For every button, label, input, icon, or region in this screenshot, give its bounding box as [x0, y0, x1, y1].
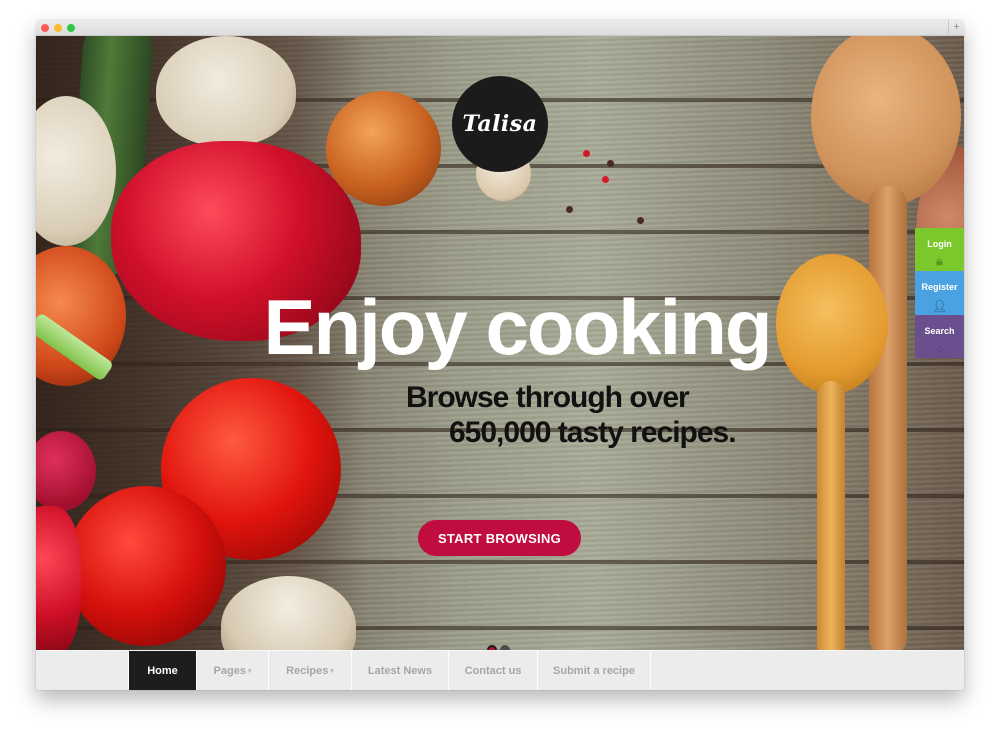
chevron-down-icon: ▾	[247, 668, 252, 675]
nav-label: Latest News	[367, 665, 433, 677]
search-label: Search	[924, 326, 955, 336]
register-label: Register	[921, 282, 958, 292]
hero-subheadline-line1: Browse through over	[406, 381, 690, 414]
wooden-spoon-handle	[869, 186, 907, 650]
onion-image	[326, 91, 441, 206]
login-label: Login	[927, 239, 952, 249]
title-bar: +	[36, 20, 964, 36]
logo-text: Talisa	[462, 111, 538, 137]
nav-spacer	[36, 651, 129, 690]
nav-item-submit-recipe[interactable]: Submit a recipe	[538, 651, 651, 690]
nav-item-contact-us[interactable]: Contact us	[449, 651, 538, 690]
peppercorn	[566, 206, 573, 213]
chevron-down-icon: ▾	[330, 668, 334, 675]
nav-label: Contact us	[464, 665, 522, 677]
hero-subheadline-line2: 650,000 tasty recipes.	[449, 416, 737, 449]
main-nav: Home Pages ▾ Recipes ▾ Latest News Contact…	[36, 650, 964, 690]
mushroom-image	[156, 36, 296, 146]
nav-label: Submit a recipe	[553, 665, 635, 677]
nav-item-latest-news[interactable]: Latest News	[352, 651, 449, 690]
peppercorn	[637, 217, 644, 224]
nav-label: Pages	[213, 665, 246, 677]
hero-slider: Talisa Enjoy cooking Browse through over…	[36, 36, 964, 650]
peppercorn	[607, 160, 614, 167]
lock-icon: 🔒︎	[936, 254, 943, 268]
search-icon: ○	[935, 342, 944, 356]
close-window-button[interactable]	[41, 24, 49, 32]
register-button[interactable]: Register 👤︎	[915, 271, 964, 315]
side-panel: Login 🔒︎ Register 👤︎ Search ○	[915, 228, 964, 358]
login-button[interactable]: Login 🔒︎	[915, 228, 964, 271]
tomato-image	[66, 486, 226, 646]
bell-pepper-image	[36, 506, 81, 650]
maximize-window-button[interactable]	[67, 24, 75, 32]
nav-label: Home	[147, 665, 178, 677]
minimize-window-button[interactable]	[54, 24, 62, 32]
browser-window: + Talisa Enjoy cooking Browse through ov…	[36, 20, 964, 690]
new-tab-button[interactable]: +	[948, 20, 964, 36]
peppercorn	[602, 176, 609, 183]
user-icon: 👤︎	[931, 299, 948, 313]
site-logo[interactable]: Talisa	[452, 76, 548, 172]
nav-item-pages[interactable]: Pages ▾	[197, 651, 269, 690]
search-button[interactable]: Search ○	[915, 315, 964, 358]
nav-item-home[interactable]: Home	[129, 651, 197, 690]
nav-label: Recipes	[286, 665, 329, 677]
start-browsing-button[interactable]: START BROWSING	[418, 520, 581, 556]
wooden-spoon-handle	[817, 381, 845, 650]
hero-headline: Enjoy cooking	[263, 283, 772, 371]
peppercorn	[583, 150, 590, 157]
nav-item-recipes[interactable]: Recipes ▾	[269, 651, 352, 690]
